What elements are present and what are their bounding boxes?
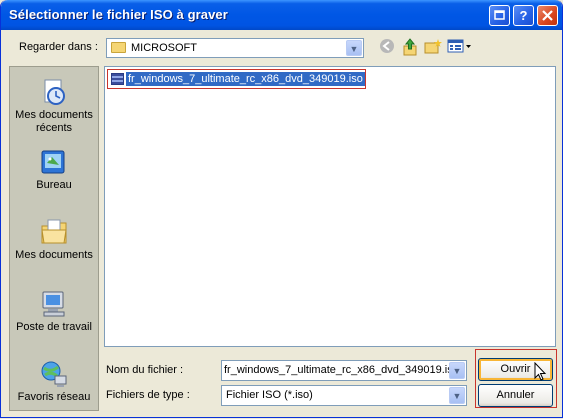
place-label: Mes documents xyxy=(15,249,93,261)
filename-input[interactable]: fr_windows_7_ultimate_rc_x86_dvd_349019.… xyxy=(221,360,467,381)
help-button[interactable]: ? xyxy=(513,5,534,26)
new-folder-icon[interactable] xyxy=(424,38,442,56)
close-button[interactable] xyxy=(537,5,558,26)
network-places-icon xyxy=(39,359,69,389)
window-title: Sélectionner le fichier ISO à graver xyxy=(9,7,228,22)
maximize-icon[interactable] xyxy=(489,5,510,26)
place-label: Bureau xyxy=(36,179,72,191)
places-bar: Mes documents récents Bureau Mes documen… xyxy=(9,66,99,411)
file-list[interactable]: fr_windows_7_ultimate_rc_x86_dvd_349019.… xyxy=(104,66,556,347)
filetype-select[interactable]: Fichier ISO (*.iso) ▼ xyxy=(221,385,467,406)
look-in-dropdown[interactable]: MICROSOFT ▼ xyxy=(106,38,364,58)
place-network[interactable]: Favoris réseau xyxy=(10,359,98,404)
mouse-cursor-icon xyxy=(534,361,548,385)
look-in-value: MICROSOFT xyxy=(131,42,197,54)
chevron-down-icon[interactable]: ▼ xyxy=(449,362,465,379)
filetype-value: Fichier ISO (*.iso) xyxy=(226,389,313,401)
desktop-icon xyxy=(39,147,69,177)
look-in-label: Regarder dans : xyxy=(19,41,98,53)
file-dialog-window: Sélectionner le fichier ISO à graver ? R… xyxy=(0,0,563,418)
recent-documents-icon xyxy=(39,77,69,107)
up-folder-icon[interactable] xyxy=(401,38,419,56)
cancel-button[interactable]: Annuler xyxy=(478,384,553,407)
back-icon[interactable] xyxy=(378,38,396,56)
file-name: fr_windows_7_ultimate_rc_x86_dvd_349019.… xyxy=(126,72,365,86)
place-my-computer[interactable]: Poste de travail xyxy=(10,289,98,334)
filetype-label: Fichiers de type : xyxy=(106,389,190,401)
my-computer-icon xyxy=(39,289,69,319)
place-label: Favoris réseau xyxy=(17,391,91,403)
folder-icon xyxy=(111,42,126,53)
place-recent-documents[interactable]: Mes documents récents xyxy=(10,77,98,135)
place-label: Poste de travail xyxy=(16,321,92,333)
place-label: Mes documents récents xyxy=(15,109,93,134)
chevron-down-icon[interactable]: ▼ xyxy=(449,387,465,404)
iso-file-icon xyxy=(111,73,124,85)
title-bar[interactable]: Sélectionner le fichier ISO à graver ? xyxy=(1,0,562,30)
filename-value: fr_windows_7_ultimate_rc_x86_dvd_349019.… xyxy=(224,364,453,376)
filename-label: Nom du fichier : xyxy=(106,364,184,376)
place-my-documents[interactable]: Mes documents xyxy=(10,217,98,262)
view-menu-icon[interactable] xyxy=(447,38,473,56)
my-documents-icon xyxy=(39,217,69,247)
file-list-item[interactable]: fr_windows_7_ultimate_rc_x86_dvd_349019.… xyxy=(107,69,366,89)
place-desktop[interactable]: Bureau xyxy=(10,147,98,192)
chevron-down-icon[interactable]: ▼ xyxy=(346,40,362,56)
